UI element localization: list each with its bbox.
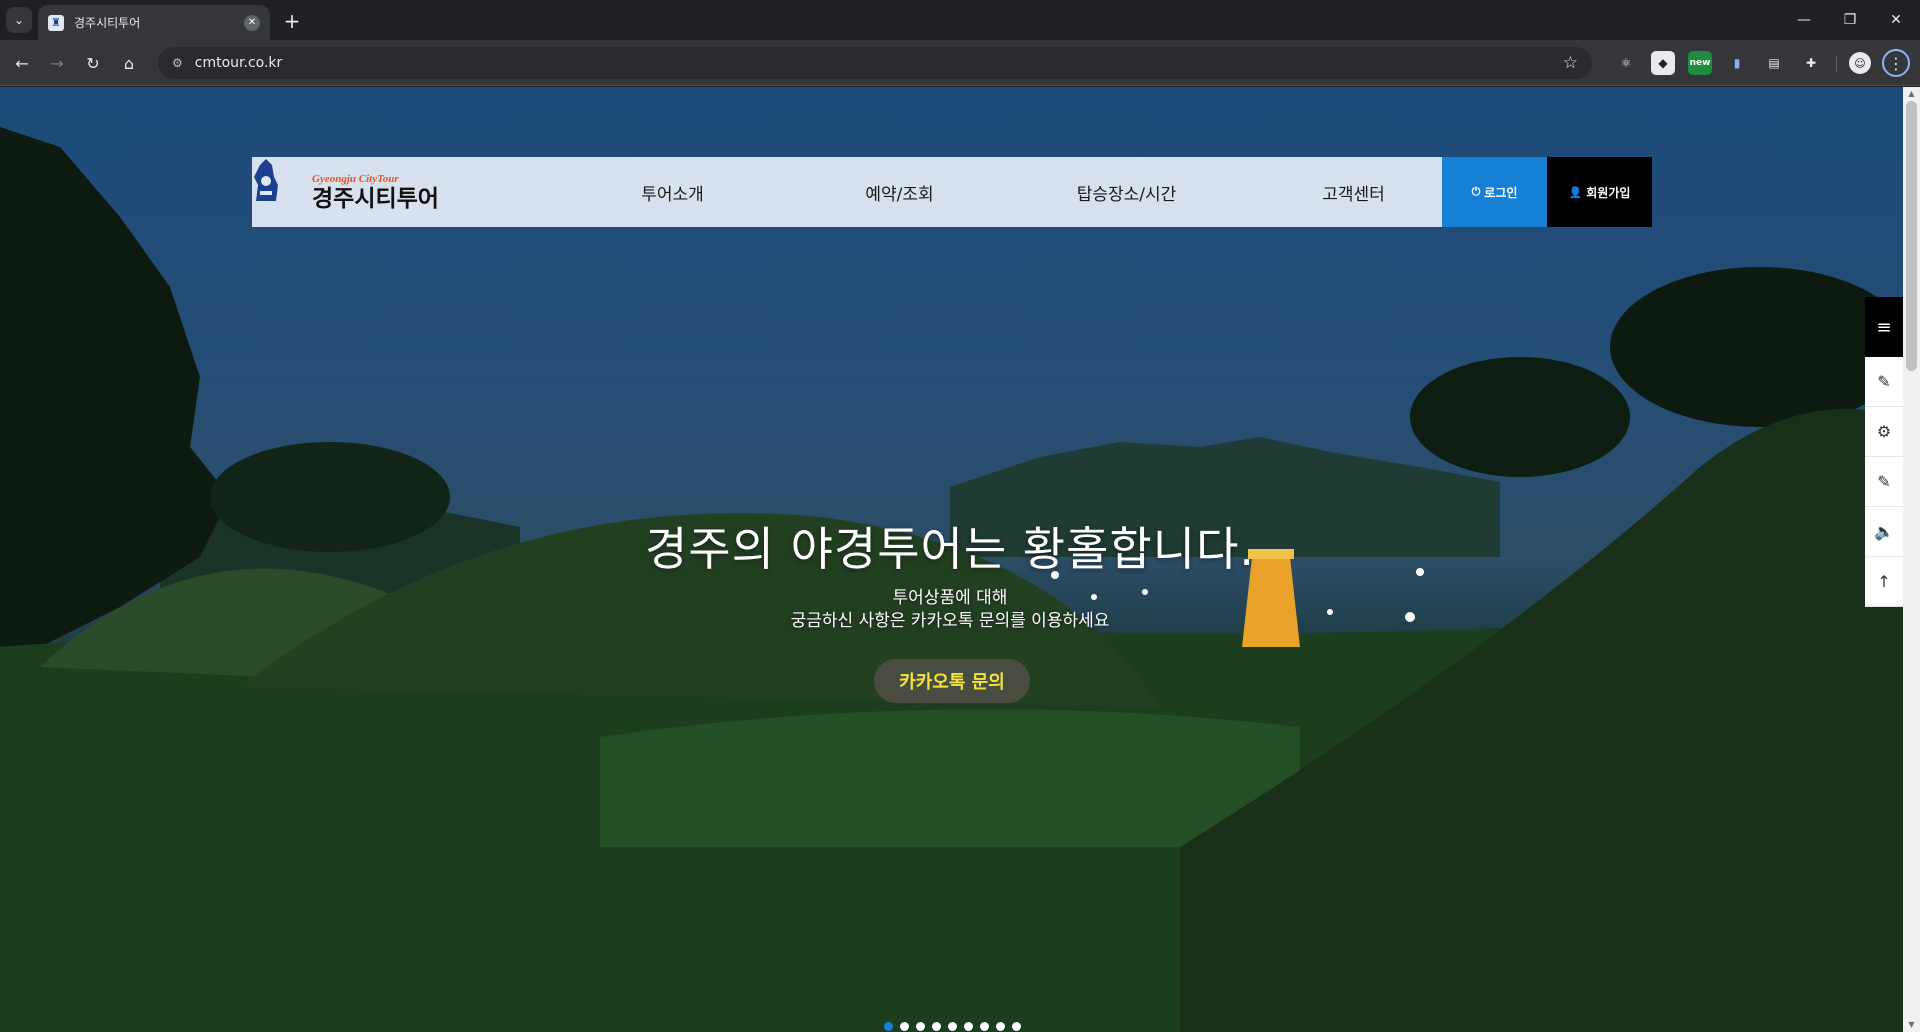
- quick-edit-icon[interactable]: ✎: [1865, 357, 1903, 407]
- hero-subtitle-line2: 궁금하신 사항은 카카오톡 문의를 이용하세요: [790, 611, 1110, 631]
- site-logo[interactable]: Gyeongju CityTour 경주시티투어: [252, 157, 477, 227]
- hero-slider: Gyeongju CityTour 경주시티투어 투어소개 예약/조회 탑승장소…: [0, 87, 1920, 1032]
- scroll-up-icon[interactable]: ▲: [1906, 89, 1917, 99]
- nav-customer-center[interactable]: 고객센터: [1240, 180, 1467, 205]
- quick-edit-icon[interactable]: ✎: [1865, 457, 1903, 507]
- tab-close-icon[interactable]: ✕: [244, 14, 260, 31]
- slider-dot[interactable]: [932, 1022, 941, 1031]
- scroll-thumb[interactable]: [1906, 101, 1917, 371]
- extension-square-icon[interactable]: ◆: [1651, 51, 1675, 75]
- logo-figure-icon: [254, 159, 278, 201]
- nav-boarding-place[interactable]: 탑승장소/시간: [1013, 180, 1240, 205]
- hero-subtitle-line1: 투어상품에 대해: [892, 588, 1008, 608]
- login-button[interactable]: ⏻ 로그인: [1442, 157, 1547, 227]
- close-window-icon[interactable]: ✕: [1880, 8, 1912, 32]
- forward-arrow-icon[interactable]: →: [43, 49, 71, 77]
- slider-pagination: [884, 1022, 1021, 1031]
- signup-button[interactable]: 👤 회원가입: [1547, 157, 1652, 227]
- site-header: Gyeongju CityTour 경주시티투어 투어소개 예약/조회 탑승장소…: [252, 157, 1652, 227]
- slider-dot[interactable]: [980, 1022, 989, 1031]
- user-icon: 👤: [1568, 185, 1583, 199]
- hero-subtitle: 투어상품에 대해 궁금하신 사항은 카카오톡 문의를 이용하세요: [0, 587, 1900, 633]
- nav-tour-intro[interactable]: 투어소개: [559, 180, 786, 205]
- slider-dot[interactable]: [996, 1022, 1005, 1031]
- signup-label: 회원가입: [1586, 185, 1631, 200]
- city-tour-favicon-icon: ♜: [48, 14, 64, 31]
- tab-title: 경주시티투어: [74, 16, 141, 30]
- site-info-icon[interactable]: ⚙: [172, 56, 183, 70]
- slider-dot[interactable]: [1012, 1022, 1021, 1031]
- kakao-inquiry-button[interactable]: 카카오톡 문의: [874, 659, 1030, 703]
- browser-tabbar: ⌄ ♜ 경주시티투어 ✕ + — ❐ ✕: [0, 0, 1920, 40]
- quick-arrow-up-icon[interactable]: ↑: [1865, 557, 1903, 607]
- bookmark-star-icon[interactable]: ☆: [1563, 53, 1578, 73]
- home-icon[interactable]: ⌂: [115, 49, 143, 77]
- minimize-icon[interactable]: —: [1788, 8, 1820, 32]
- extension-print-icon[interactable]: ▤: [1762, 51, 1786, 75]
- toolbar-divider: [1836, 56, 1837, 72]
- restore-icon[interactable]: ❐: [1834, 8, 1866, 32]
- main-nav: 투어소개 예약/조회 탑승장소/시간 고객센터: [559, 180, 1467, 205]
- slider-dot[interactable]: [964, 1022, 973, 1031]
- address-bar[interactable]: ⚙ cmtour.co.kr ☆: [158, 47, 1592, 79]
- quick-side-menu: ≡ ✎ ⚙ ✎ 🔈 ↑: [1865, 297, 1903, 607]
- reload-icon[interactable]: ↻: [79, 49, 107, 77]
- logo-english: Gyeongju CityTour: [312, 173, 399, 185]
- extension-atom-icon[interactable]: ⚛: [1614, 51, 1638, 75]
- quick-menu-icon[interactable]: ≡: [1865, 297, 1903, 357]
- back-arrow-icon[interactable]: ←: [8, 49, 36, 77]
- lit-grass: [600, 709, 1300, 847]
- extension-new-badge[interactable]: new: [1688, 51, 1712, 75]
- slider-dot[interactable]: [916, 1022, 925, 1031]
- extension-document-icon[interactable]: ▮: [1725, 51, 1749, 75]
- browser-toolbar: ← → ↻ ⌂ ⚙ cmtour.co.kr ☆ ⚛ ◆ new ▮ ▤ ✚ ☺…: [0, 40, 1920, 86]
- login-label: 로그인: [1484, 185, 1518, 200]
- browser-menu-icon[interactable]: ⋮: [1882, 49, 1910, 77]
- url-text: cmtour.co.kr: [194, 55, 283, 71]
- slider-dot[interactable]: [884, 1022, 893, 1031]
- quick-settings-gears-icon[interactable]: ⚙: [1865, 407, 1903, 457]
- new-tab-plus-icon[interactable]: +: [280, 9, 304, 33]
- nav-reservation[interactable]: 예약/조회: [786, 180, 1013, 205]
- page-scrollbar[interactable]: ▲ ▼: [1903, 87, 1920, 1032]
- tab-search-chevron-icon[interactable]: ⌄: [6, 7, 32, 33]
- tree-right: [1410, 357, 1630, 477]
- slider-dot[interactable]: [900, 1022, 909, 1031]
- extensions-puzzle-icon[interactable]: ✚: [1799, 51, 1823, 75]
- scroll-down-icon[interactable]: ▼: [1906, 1020, 1917, 1030]
- quick-speaker-icon[interactable]: 🔈: [1865, 507, 1903, 557]
- tree-right-large: [1610, 267, 1903, 427]
- profile-avatar-icon[interactable]: ☺: [1849, 52, 1871, 74]
- logo-korean: 경주시티투어: [312, 185, 439, 212]
- power-icon: ⏻: [1471, 185, 1481, 198]
- hero-title: 경주의 야경투어는 황홀합니다.: [644, 522, 1256, 576]
- page-viewport: Gyeongju CityTour 경주시티투어 투어소개 예약/조회 탑승장소…: [0, 87, 1920, 1032]
- slider-dot[interactable]: [948, 1022, 957, 1031]
- browser-tab[interactable]: ♜ 경주시티투어 ✕: [38, 5, 270, 40]
